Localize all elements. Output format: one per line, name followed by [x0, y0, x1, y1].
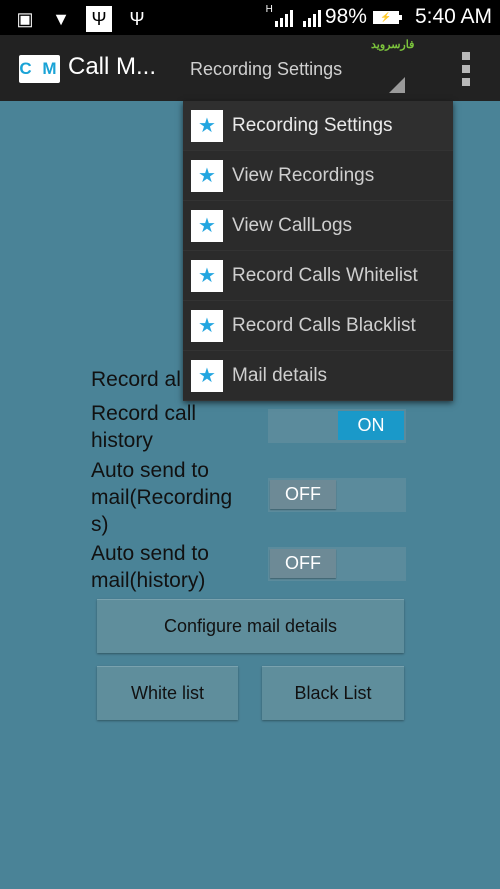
- label-line: mail(history): [91, 569, 206, 592]
- menu-item-label: Record Calls Whitelist: [232, 264, 418, 286]
- menu-item-label: Recording Settings: [232, 114, 393, 136]
- menu-item-mail-details[interactable]: ★ Mail details: [183, 351, 453, 401]
- label-line: Auto send to: [91, 459, 209, 482]
- menu-item-view-calllogs[interactable]: ★ View CallLogs: [183, 201, 453, 251]
- black-list-button[interactable]: Black List: [262, 666, 404, 720]
- record-all-label: Record al: [91, 368, 181, 391]
- signal-icon-2: [302, 7, 321, 27]
- app-logo[interactable]: C M: [19, 55, 60, 83]
- label-line: Record call: [91, 402, 197, 425]
- nav-spinner[interactable]: فارسروید Recording Settings: [183, 35, 415, 101]
- toggle-thumb: OFF: [270, 549, 336, 578]
- star-icon: ★: [191, 359, 223, 392]
- clock: 5:40 AM: [414, 5, 492, 28]
- network-type: H: [265, 3, 273, 15]
- auto-send-recordings-label: Auto send to mail(Recording s): [91, 457, 232, 538]
- nav-spinner-label: Recording Settings: [190, 59, 343, 79]
- menu-item-record-calls-blacklist[interactable]: ★ Record Calls Blacklist: [183, 301, 453, 351]
- menu-item-label: Record Calls Blacklist: [232, 314, 416, 336]
- star-icon: ★: [191, 259, 223, 292]
- menu-item-record-calls-whitelist[interactable]: ★ Record Calls Whitelist: [183, 251, 453, 301]
- spinner-arrow-icon: [389, 77, 405, 93]
- label-line: mail(Recording: [91, 486, 233, 509]
- menu-item-label: View Recordings: [232, 164, 375, 186]
- label-line: Auto send to: [91, 542, 209, 565]
- shield-icon: ▼: [52, 8, 70, 29]
- label-line: history: [91, 429, 153, 452]
- auto-send-history-toggle[interactable]: OFF: [268, 547, 406, 581]
- battery-icon: ⚡: [372, 10, 402, 24]
- white-list-button[interactable]: White list: [97, 666, 238, 720]
- label-line: s): [91, 513, 109, 536]
- star-icon: ★: [191, 209, 223, 242]
- record-call-history-toggle[interactable]: ON: [268, 409, 406, 443]
- battery-percent: 98%: [324, 5, 367, 28]
- menu-item-view-recordings[interactable]: ★ View Recordings: [183, 151, 453, 201]
- action-bar: C M Call M... فارسروید Recording Setting…: [0, 35, 500, 101]
- app-title[interactable]: Call M...: [68, 53, 156, 81]
- toggle-thumb: ON: [338, 411, 404, 440]
- watermark: فارسروید: [371, 39, 415, 51]
- usb-icon: Ψ: [129, 8, 145, 29]
- gallery-icon: ▣: [16, 8, 34, 29]
- menu-item-recording-settings[interactable]: ★ Recording Settings: [183, 101, 453, 151]
- overflow-menu-icon[interactable]: [460, 52, 472, 86]
- configure-mail-button[interactable]: Configure mail details: [97, 599, 404, 653]
- toggle-thumb: OFF: [270, 480, 336, 509]
- signal-icon: [274, 7, 293, 27]
- star-icon: ★: [191, 309, 223, 342]
- star-icon: ★: [191, 109, 223, 142]
- auto-send-history-label: Auto send to mail(history): [91, 540, 209, 594]
- star-icon: ★: [191, 159, 223, 192]
- menu-item-label: View CallLogs: [232, 214, 353, 236]
- record-call-history-label: Record call history: [91, 400, 196, 454]
- menu-item-label: Mail details: [232, 364, 328, 386]
- auto-send-recordings-toggle[interactable]: OFF: [268, 478, 406, 512]
- nav-dropdown-menu: ★ Recording Settings ★ View Recordings ★…: [183, 101, 453, 401]
- usb-debug-icon: Ψ: [86, 6, 112, 32]
- status-bar: ▣ ▼ Ψ Ψ H 98% ⚡ 5:40 AM: [0, 0, 500, 35]
